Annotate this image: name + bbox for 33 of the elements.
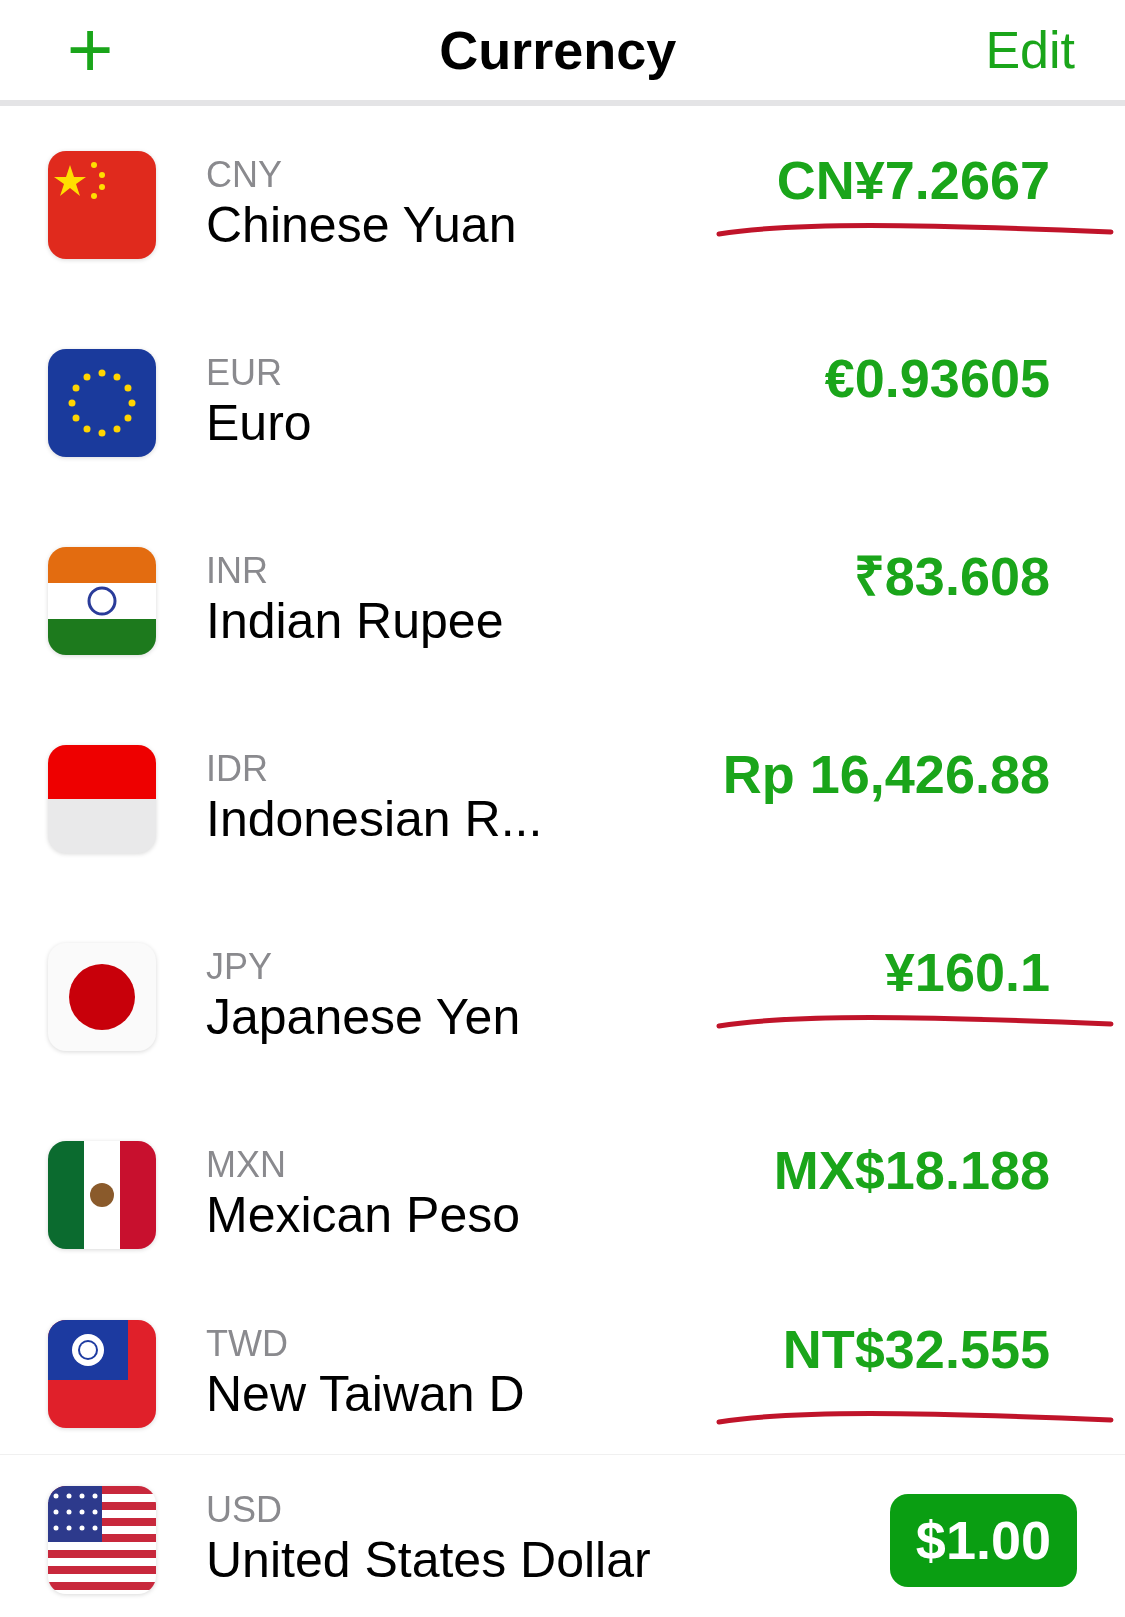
currency-name: Mexican Peso [206, 1186, 522, 1245]
currency-code: JPY [206, 947, 274, 987]
flag-icon [48, 349, 156, 457]
currency-name: Indian Rupee [206, 592, 505, 651]
currency-code: TWD [206, 1324, 289, 1364]
rate-value[interactable]: €0.93605 [824, 337, 1050, 419]
rate-value[interactable]: MX$18.188 [773, 1129, 1050, 1211]
flag-icon [48, 1141, 156, 1249]
rate-value[interactable]: ¥160.1 [884, 931, 1050, 1013]
currency-name: Indonesian R... [206, 790, 544, 849]
currency-code: MXN [206, 1145, 287, 1185]
currency-code: USD [206, 1490, 283, 1530]
currency-name: United States Dollar [206, 1531, 652, 1590]
currency-name: New Taiwan D [206, 1365, 526, 1424]
rate-value[interactable]: $1.00 [889, 1493, 1077, 1587]
currency-code: INR [206, 551, 269, 591]
rate-value[interactable]: CN¥7.2667 [776, 139, 1050, 221]
edit-button[interactable]: Edit [985, 11, 1075, 89]
currency-code: EUR [206, 353, 283, 393]
rate-value[interactable]: ₹83.608 [853, 535, 1050, 617]
currency-code: CNY [206, 155, 283, 195]
currency-name: Japanese Yen [206, 988, 522, 1047]
flag-icon [48, 547, 156, 655]
add-button[interactable]: + [50, 10, 130, 90]
flag-icon [48, 745, 156, 853]
currency-code: IDR [206, 749, 269, 789]
flag-icon [48, 1320, 156, 1428]
screen-title: Currency [439, 18, 677, 82]
flag-icon [48, 151, 156, 259]
currency-name: Chinese Yuan [206, 196, 518, 255]
rate-value[interactable]: Rp 16,426.88 [722, 733, 1050, 815]
rate-value[interactable]: NT$32.555 [782, 1308, 1050, 1390]
currency-name: Euro [206, 394, 313, 453]
